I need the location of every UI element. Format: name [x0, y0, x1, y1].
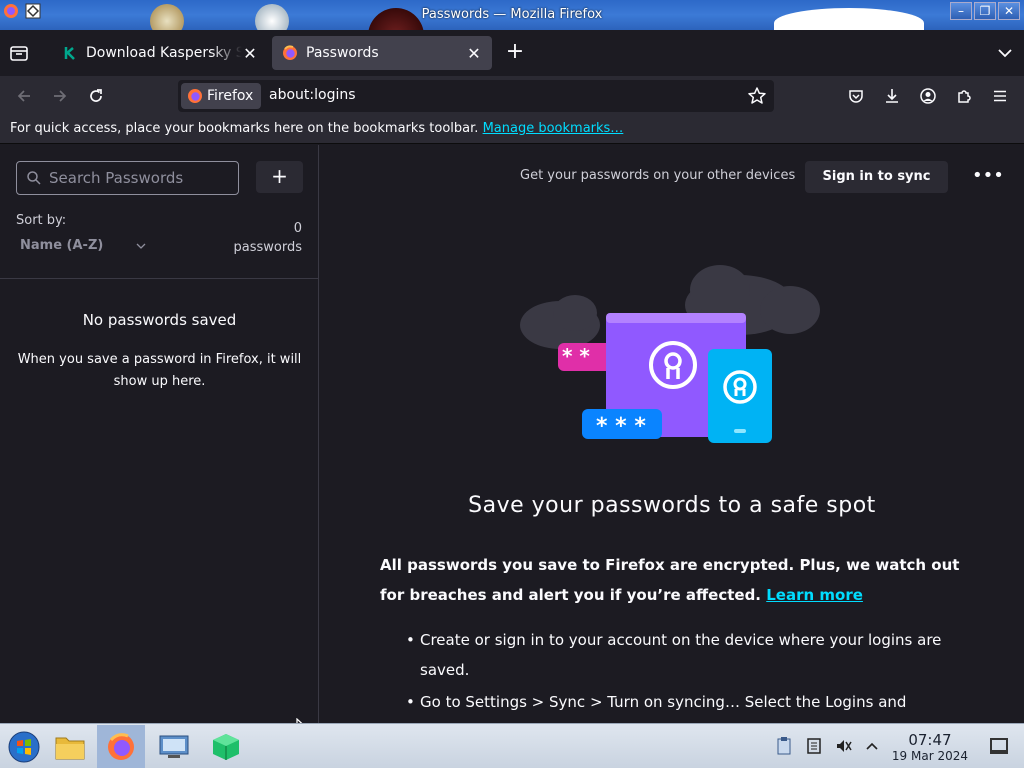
tab-label: Passwords	[306, 45, 379, 61]
more-menu-button[interactable]: •••	[972, 165, 1004, 189]
clock-date: 19 Mar 2024	[891, 749, 968, 763]
list-item: Create or sign in to your account on the…	[406, 625, 980, 685]
extensions-icon[interactable]	[952, 84, 976, 108]
sync-steps: Create or sign in to your account on the…	[406, 625, 980, 719]
forward-button[interactable]	[48, 84, 72, 108]
show-desktop-button[interactable]	[990, 738, 1008, 754]
identity-label: Firefox	[207, 88, 254, 104]
search-placeholder: Search Passwords	[49, 169, 184, 187]
minimize-button[interactable]: –	[950, 2, 972, 20]
start-menu-button[interactable]	[0, 725, 48, 768]
clock-time: 07:47	[908, 731, 952, 749]
firefox-view-button[interactable]	[8, 42, 30, 64]
file-manager-button[interactable]	[46, 725, 94, 768]
empty-text: When you save a password in Firefox, it …	[17, 352, 302, 389]
intro-text: All passwords you save to Firefox are en…	[380, 550, 980, 610]
clipboard-icon[interactable]	[774, 736, 794, 756]
bookmarks-message: For quick access, place your bookmarks h…	[10, 121, 479, 136]
downloads-icon[interactable]	[880, 84, 904, 108]
chevron-up-icon[interactable]	[862, 736, 882, 756]
firefox-icon	[282, 45, 298, 61]
tab-kaspersky[interactable]: Download Kaspersky Standard ✕	[52, 36, 268, 70]
firefox-icon	[108, 732, 134, 760]
count-unit: passwords	[233, 240, 303, 255]
sign-in-sync-button[interactable]: Sign in to sync	[805, 161, 948, 193]
clock[interactable]: 07:47 19 Mar 2024	[891, 731, 968, 764]
maximize-button[interactable]: ❐	[974, 2, 996, 20]
system-settings-button[interactable]	[150, 725, 198, 768]
page-content: Search Passwords + Sort by: Name (A-Z) 0…	[0, 145, 1024, 739]
close-tab-button[interactable]: ✕	[242, 44, 258, 63]
bookmark-star-icon[interactable]	[746, 85, 768, 107]
new-tab-button[interactable]: +	[504, 41, 526, 64]
hero-title: Save your passwords to a safe spot	[468, 493, 876, 518]
tab-strip: Download Kaspersky Standard ✕ Passwords …	[0, 30, 1024, 76]
search-input[interactable]: Search Passwords	[16, 161, 239, 195]
search-icon	[27, 171, 41, 185]
manage-bookmarks-link[interactable]: Manage bookmarks…	[483, 121, 624, 136]
sync-message: Get your passwords on your other devices	[520, 168, 796, 183]
package-app-button[interactable]	[202, 725, 250, 768]
folder-icon	[55, 737, 85, 759]
divider	[0, 278, 319, 279]
cube-icon	[213, 733, 239, 760]
sort-label: Sort by:	[16, 213, 67, 228]
tab-passwords[interactable]: Passwords ✕	[272, 36, 492, 70]
chevron-down-icon	[136, 243, 146, 249]
window-titlebar: Passwords — Mozilla Firefox – ❐ ✕	[0, 0, 1024, 30]
empty-title: No passwords saved	[82, 311, 237, 329]
list-item: Go to Settings > Sync > Turn on syncing……	[406, 687, 980, 717]
sort-select[interactable]: Name (A-Z)	[20, 238, 150, 253]
url-bar[interactable]: Firefox about:logins	[178, 80, 774, 112]
firefox-icon	[188, 89, 202, 103]
url-text[interactable]: about:logins	[269, 87, 356, 103]
logins-sidebar: Search Passwords + Sort by: Name (A-Z) 0…	[0, 145, 319, 723]
sort-value: Name (A-Z)	[20, 238, 104, 253]
back-button[interactable]	[12, 84, 36, 108]
svg-text:* * *: * * *	[596, 414, 646, 439]
kaspersky-icon	[62, 45, 78, 61]
svg-text:* *: * *	[562, 344, 590, 368]
start-orb-icon	[8, 731, 40, 762]
identity-box[interactable]: Firefox	[181, 83, 262, 109]
hamburger-menu-icon[interactable]	[988, 84, 1012, 108]
volume-muted-icon[interactable]	[834, 736, 854, 756]
account-icon[interactable]	[916, 84, 940, 108]
window-title: Passwords — Mozilla Firefox	[421, 7, 603, 22]
reload-button[interactable]	[84, 84, 108, 108]
intro-body: All passwords you save to Firefox are en…	[380, 556, 960, 604]
bookmarks-toolbar: For quick access, place your bookmarks h…	[0, 116, 1024, 144]
passwords-illustration: * * * * *	[520, 265, 820, 443]
password-count: 0 passwords	[234, 219, 303, 257]
count-number: 0	[293, 221, 302, 236]
logins-intro: Get your passwords on your other devices…	[320, 145, 1024, 723]
tab-label: Download Kaspersky Standard	[86, 45, 242, 61]
computer-settings-icon	[159, 735, 189, 758]
close-tab-button[interactable]: ✕	[466, 44, 482, 63]
pocket-icon[interactable]	[844, 84, 868, 108]
firefox-taskbar-button[interactable]	[97, 725, 145, 768]
notes-icon[interactable]	[804, 736, 824, 756]
taskbar: 07:47 19 Mar 2024	[0, 723, 1024, 768]
learn-more-link[interactable]: Learn more	[766, 586, 863, 604]
add-password-button[interactable]: +	[256, 161, 303, 193]
nav-bar: Firefox about:logins	[0, 76, 1024, 116]
list-all-tabs-button[interactable]	[996, 44, 1014, 62]
close-window-button[interactable]: ✕	[998, 2, 1020, 20]
